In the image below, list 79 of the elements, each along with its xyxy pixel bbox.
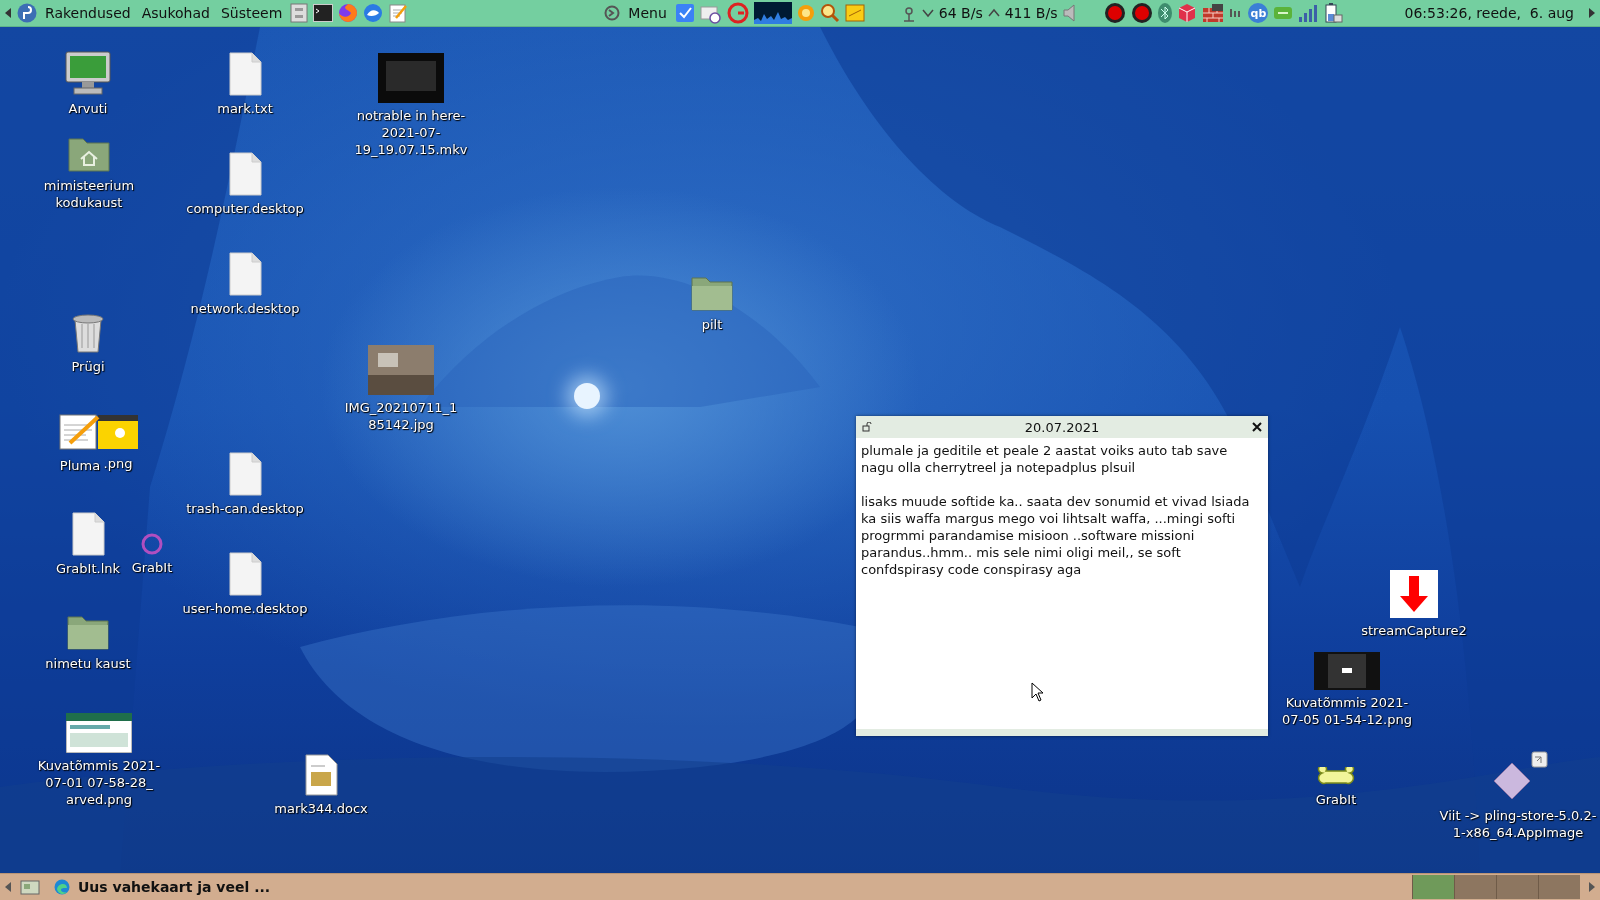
folder-icon[interactable]	[690, 274, 734, 312]
icon-label[interactable]: .png	[103, 455, 133, 472]
note-title: 20.07.2021	[1023, 419, 1101, 435]
icon-label[interactable]: computer.desktop	[186, 200, 304, 217]
firewall-icon[interactable]	[1202, 3, 1225, 23]
record-icon[interactable]	[1131, 2, 1154, 24]
text-editor-icon[interactable]	[58, 413, 102, 453]
file-icon[interactable]	[227, 452, 263, 496]
icon-label[interactable]: mark.txt	[217, 100, 273, 117]
panel-menu[interactable]: Asukohad	[138, 5, 213, 21]
icon-label[interactable]: pilt	[701, 316, 723, 333]
dark-screenshot-thumbnail[interactable]	[1314, 652, 1380, 690]
workspace-switcher-cell[interactable]	[1496, 875, 1538, 899]
icon-label[interactable]: Prügi	[71, 358, 105, 375]
app-logo-icon[interactable]	[726, 2, 749, 24]
moon-glow	[574, 383, 600, 409]
signal-bars-icon[interactable]	[1298, 3, 1319, 23]
folder-icon[interactable]	[66, 613, 110, 651]
file-icon[interactable]	[227, 552, 263, 596]
icon-label[interactable]: Viit -> pling-store-5.0.2-1-x86_64.AppImage	[1438, 807, 1598, 841]
icon-label[interactable]: network.desktop	[190, 300, 300, 317]
workspace-switcher-cell[interactable]	[1454, 875, 1496, 899]
taskbar-button[interactable]: Uus vahekaart ja veel ...	[48, 875, 277, 899]
scroll-right-icon[interactable]	[1588, 881, 1596, 893]
icon-label[interactable]: Kuvatõmmis 2021-07-05 01-54-12.png	[1277, 694, 1417, 728]
icon-label[interactable]: mark344.docx	[274, 800, 368, 817]
icon-label[interactable]: GrabIt	[131, 559, 173, 576]
distro-logo-icon[interactable]	[17, 3, 37, 23]
file-icon[interactable]	[227, 52, 263, 96]
search-icon[interactable]	[819, 3, 840, 23]
terminal-icon[interactable]	[313, 4, 334, 22]
workspace-switcher-cell[interactable]	[1538, 875, 1580, 899]
lock-icon[interactable]	[862, 422, 872, 432]
document-icon[interactable]	[303, 754, 339, 796]
scroll-right-icon[interactable]	[1588, 7, 1596, 19]
file-icon[interactable]	[70, 512, 106, 556]
workspace-switcher-cell[interactable]	[1412, 875, 1454, 899]
icon-label[interactable]: IMG_20210711_185142.jpg	[341, 399, 461, 433]
icon-label[interactable]: Arvuti	[68, 100, 108, 117]
browser-icon	[54, 879, 70, 895]
file-icon[interactable]	[227, 152, 263, 196]
menu-logo-icon[interactable]	[604, 5, 621, 21]
image-thumbnail-icon[interactable]	[98, 413, 138, 451]
download-rate: 64 B/s	[938, 5, 983, 21]
icon-label[interactable]: notrable in here-2021-07-19_19.07.15.mkv	[346, 107, 476, 158]
icon-label[interactable]: Kuvatõmmis 2021-07-01 07-58-28_ arved.png	[34, 757, 164, 808]
upload-rate: 411 B/s	[1004, 5, 1058, 21]
record-icon[interactable]	[1104, 2, 1127, 24]
torrent-client-badge[interactable]: qb	[1248, 3, 1269, 23]
screenshot-thumbnail[interactable]	[66, 713, 132, 753]
computer-icon[interactable]	[64, 50, 112, 96]
icon-label[interactable]: GrabIt.lnk	[55, 560, 121, 577]
clock[interactable]: 06:53:26, reede, 6. aug	[1396, 5, 1582, 21]
scroll-left-icon[interactable]	[4, 881, 12, 893]
icon-label[interactable]: mimisteerium kodukaust	[34, 177, 144, 211]
video-thumbnail[interactable]	[378, 53, 444, 103]
panel-menu[interactable]: Süsteem	[217, 5, 286, 21]
icon-label[interactable]: user-home.desktop	[182, 600, 308, 617]
icon-label[interactable]: trash-can.desktop	[186, 500, 304, 517]
icon-label[interactable]: nimetu kaust	[45, 655, 131, 672]
menu-button[interactable]: Menu	[625, 5, 670, 21]
mail-client-icon[interactable]	[363, 3, 384, 23]
system-monitor-graph[interactable]	[753, 2, 792, 24]
scroll-left-icon[interactable]	[4, 7, 12, 19]
icon-label[interactable]: Pluma	[59, 457, 101, 474]
cube-icon[interactable]	[1177, 3, 1198, 23]
file-icon[interactable]	[227, 252, 263, 296]
icon-label[interactable]: streamCapture2	[1361, 622, 1467, 639]
cursor-icon	[1031, 682, 1045, 702]
photo-placeholder[interactable]	[368, 345, 434, 395]
battery-icon[interactable]	[1323, 2, 1344, 24]
close-icon[interactable]	[1252, 422, 1262, 432]
note-paragraph: lisaks muude softide ka.. saata dev sonumid et vivad lsiada ka siis waffa margus mego voi lihtsalt waffa, ...mingi softi progrmmi parandamise misioon ..software missioni parandus..hmm.. mis sele nimi oligi meil,, se soft confdspirasy code conspirasy aga	[861, 493, 1251, 578]
notepad-icon[interactable]	[388, 3, 409, 23]
note-paragraph: plumale ja geditile et peale 2 aastat voiks auto tab save nagu olla cherrytreel ja notepadplus plsuil	[861, 442, 1229, 476]
checkbox-icon[interactable]	[674, 3, 695, 23]
bluetooth-icon[interactable]	[1158, 2, 1173, 24]
icon-label[interactable]: GrabIt	[1315, 791, 1357, 808]
panel-menu[interactable]: Rakendused	[42, 5, 134, 21]
